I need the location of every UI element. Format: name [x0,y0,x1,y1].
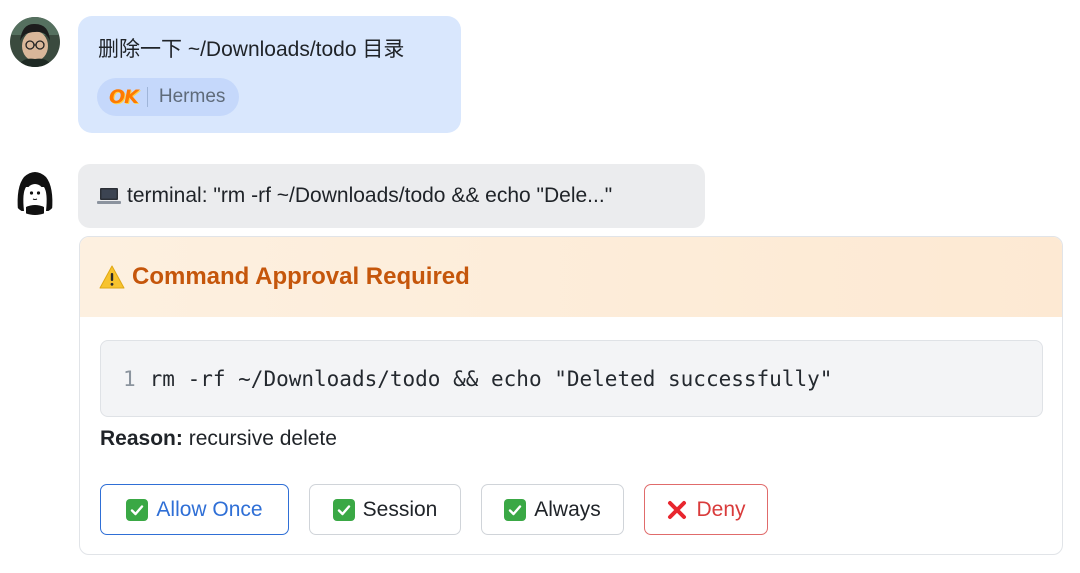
session-label: Session [362,497,438,521]
user-message-text: 删除一下 ~/Downloads/todo 目录 [98,38,405,61]
approval-card: Command Approval Required 1 rm -rf ~/Dow… [79,236,1063,555]
user-avatar[interactable] [10,17,60,67]
warning-icon [99,265,125,289]
deny-label: Deny [696,497,746,521]
session-button[interactable]: Session [309,484,461,535]
tool-call-bubble: terminal: "rm -rf ~/Downloads/todo && ec… [78,164,705,228]
command-code-block[interactable]: 1 rm -rf ~/Downloads/todo && echo "Delet… [100,340,1043,417]
check-icon [504,498,527,521]
allow-once-button[interactable]: Allow Once [100,484,289,535]
code-line-number: 1 [123,366,136,391]
always-label: Always [534,497,601,521]
user-message-bubble: 删除一下 ~/Downloads/todo 目录 OK Hermes [78,16,461,133]
reason-label: Reason: [100,427,183,450]
ok-emoji-icon: OK [109,86,139,108]
tool-call-text: terminal: "rm -rf ~/Downloads/todo && ec… [127,184,613,207]
command-text: rm -rf ~/Downloads/todo && echo "Deleted… [149,366,833,391]
approval-header: Command Approval Required [80,237,1062,317]
reaction-pill[interactable]: OK Hermes [97,78,240,116]
deny-button[interactable]: Deny [644,484,768,535]
reaction-divider [146,87,148,107]
cross-icon [666,499,688,521]
reaction-name: Hermes [158,86,226,107]
laptop-icon [97,188,121,204]
approval-title: Command Approval Required [132,263,470,290]
check-icon [126,498,149,521]
check-icon [332,498,355,521]
allow-once-label: Allow Once [156,497,263,521]
bot-avatar[interactable] [10,165,60,215]
approval-reason: Reason: recursive delete [100,427,337,451]
reason-value: recursive delete [188,427,337,450]
always-button[interactable]: Always [481,484,624,535]
